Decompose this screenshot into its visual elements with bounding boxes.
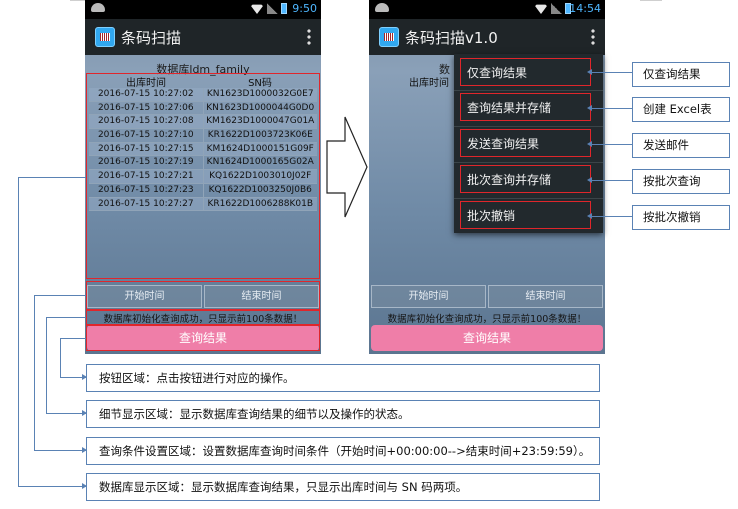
app-bar: 条码扫描	[85, 19, 321, 55]
description-condition-area: 查询条件设置区域：设置数据库查询时间条件（开始时间+00:00:00-->结束时…	[86, 437, 600, 465]
cell-sn: KN1623D1000032G0E7	[206, 89, 314, 99]
cell-time: 2016-07-15 10:27:02	[89, 88, 204, 101]
menu-item-batch-revoke[interactable]: 批次撤销	[460, 201, 591, 229]
cell-time: 2016-07-15 10:27:10	[89, 129, 204, 142]
battery-icon	[281, 3, 287, 14]
signal-icon	[551, 3, 562, 14]
cell-sn: KM1623D1000047G01A	[206, 116, 315, 127]
cell-time: 2016-07-15 10:27:21	[89, 170, 204, 183]
description-database-area: 数据库显示区域：显示数据库查询结果，只显示出库时间与 SN 码两项。	[86, 473, 600, 501]
description-detail-area: 细节显示区域：显示数据库查询结果的细节以及操作的状态。	[86, 400, 600, 428]
table-row[interactable]: 2016-07-15 10:27:23 KQ1622D1003250J0B6	[89, 183, 317, 198]
status-time: 14:54	[569, 2, 601, 15]
column-header-time: 出库时间	[409, 78, 449, 89]
query-result-button[interactable]: 查询结果	[87, 325, 319, 351]
transition-arrow-icon	[326, 116, 368, 218]
table-row[interactable]: 2016-07-15 10:27:19 KN1624D1000165G02A	[89, 156, 317, 171]
end-time-button[interactable]: 结束时间	[488, 285, 603, 308]
callout-query-only: 仅查询结果	[632, 62, 730, 87]
callout-create-excel: 创建 Excel表	[632, 97, 730, 122]
android-icon	[375, 3, 389, 12]
table-row[interactable]: 2016-07-15 10:27:27 KR1622D1006288K01B	[89, 197, 317, 212]
menu-item-query-only[interactable]: 仅查询结果	[460, 58, 591, 86]
status-bar: 9:50	[85, 0, 321, 19]
wifi-icon	[250, 4, 264, 14]
cell-time: 2016-07-15 10:27:23	[89, 183, 204, 197]
table-row[interactable]: 2016-07-15 10:27:21 KQ1622D1003010J02F	[89, 170, 317, 184]
barcode-app-icon	[379, 27, 399, 47]
database-table: 2016-07-15 10:27:02 KN1623D1000032G0E7 20…	[89, 88, 317, 212]
cell-sn: KR1622D1003723K06E	[207, 130, 313, 141]
table-row[interactable]: 2016-07-15 10:27:10 KR1622D1003723K06E	[89, 129, 317, 143]
callout-batch-revoke: 按批次撤销	[632, 205, 730, 230]
callout-send-email: 发送邮件	[632, 133, 730, 158]
cell-time: 2016-07-15 10:27:08	[89, 115, 204, 129]
cell-sn: KN1623D1000044G0D0	[206, 102, 315, 113]
overflow-menu-icon[interactable]	[591, 28, 595, 46]
cell-time: 2016-07-15 10:27:19	[89, 156, 204, 170]
table-row[interactable]: 2016-07-15 10:27:06 KN1623D1000044G0D0	[89, 101, 317, 116]
cell-sn: KQ1622D1003250J0B6	[208, 184, 312, 195]
left-phone-screen: 9:50 条码扫描 数据库ldm_family 出库时间 SN码 2016-07…	[85, 0, 321, 354]
android-icon	[91, 3, 105, 12]
menu-item-batch-query-store[interactable]: 批次查询并存储	[460, 165, 591, 193]
cell-time: 2016-07-15 10:27:27	[89, 197, 204, 211]
wifi-icon	[534, 4, 548, 14]
column-header-sn: SN码	[248, 78, 272, 89]
start-time-button[interactable]: 开始时间	[371, 285, 486, 308]
cell-sn: KN1624D1000165G02A	[206, 157, 314, 168]
detail-status-text: 数据库初始化查询成功，只显示前100条数据！	[103, 314, 303, 325]
overflow-menu-icon[interactable]	[307, 28, 311, 46]
menu-item-send-results[interactable]: 发送查询结果	[460, 129, 591, 157]
start-time-button[interactable]: 开始时间	[87, 285, 202, 308]
status-time: 9:50	[292, 2, 317, 15]
app-title: 条码扫描v1.0	[405, 29, 498, 47]
description-button-area: 按钮区域：点击按钮进行对应的操作。	[86, 364, 600, 392]
cell-time: 2016-07-15 10:27:06	[89, 101, 204, 115]
status-bar: 14:54	[369, 0, 605, 19]
callout-batch-query: 按批次查询	[632, 169, 730, 194]
table-row[interactable]: 2016-07-15 10:27:15 KM1624D1000151G09F	[89, 142, 317, 157]
table-row[interactable]: 2016-07-15 10:27:08 KM1623D1000047G01A	[89, 115, 317, 130]
cell-time: 2016-07-15 10:27:15	[89, 142, 204, 156]
end-time-button[interactable]: 结束时间	[204, 285, 319, 308]
query-result-button[interactable]: 查询结果	[371, 325, 603, 351]
app-bar: 条码扫描v1.0	[369, 19, 605, 55]
cell-sn: KQ1622D1003010J02F	[209, 171, 312, 182]
signal-icon	[267, 3, 278, 14]
column-header-time: 出库时间	[126, 78, 166, 89]
app-title: 条码扫描	[121, 29, 182, 47]
cell-sn: KR1622D1006288K01B	[207, 198, 314, 209]
table-row[interactable]: 2016-07-15 10:27:02 KN1623D1000032G0E7	[89, 88, 317, 102]
detail-status-text: 数据库初始化查询成功，只显示前100条数据！	[387, 314, 587, 325]
table-header: 出库时间 SN码	[89, 74, 317, 89]
cell-sn: KM1624D1000151G09F	[206, 143, 314, 154]
barcode-app-icon	[95, 27, 115, 47]
menu-item-query-and-store[interactable]: 查询结果并存储	[460, 93, 591, 121]
